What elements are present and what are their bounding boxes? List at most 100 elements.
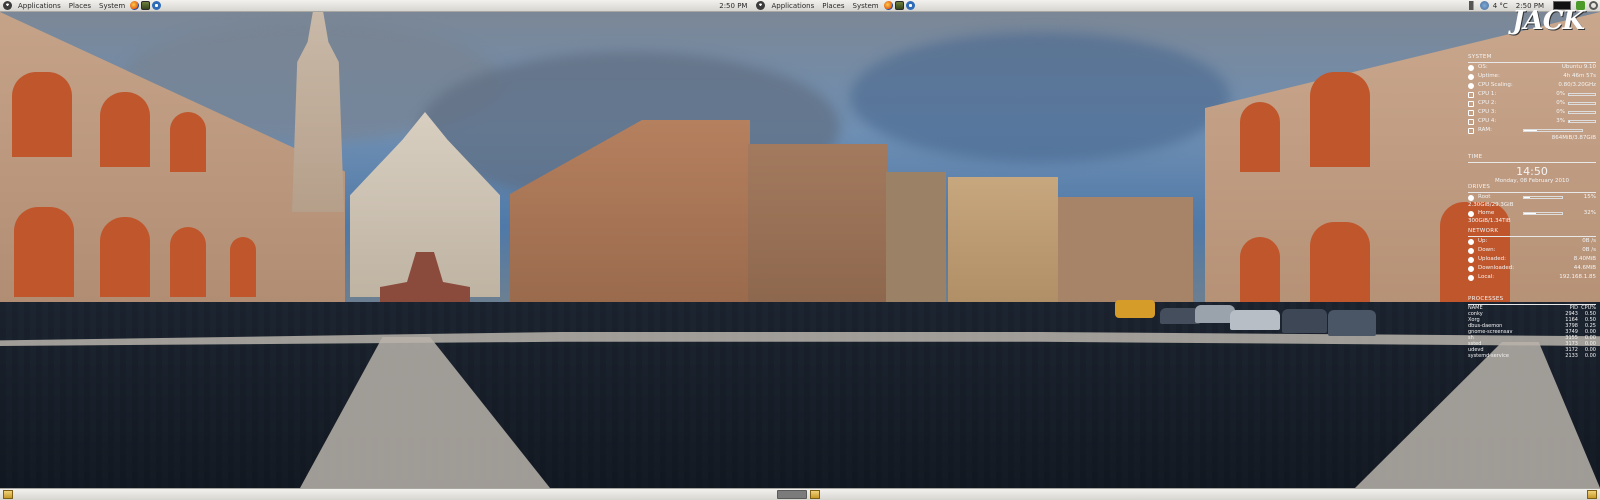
parked-car bbox=[1230, 310, 1280, 330]
firefox-launcher-icon[interactable] bbox=[130, 1, 140, 10]
bar-fill bbox=[1569, 121, 1570, 122]
cpu-bar bbox=[1568, 102, 1596, 105]
net-downloaded-row: Downloaded: 44.6MiB bbox=[1468, 264, 1596, 273]
weather-icon[interactable] bbox=[1479, 1, 1489, 10]
cpu1-row: CPU 1: 0% bbox=[1468, 90, 1596, 99]
bottom-panel bbox=[0, 488, 1600, 500]
cpu-bar bbox=[1568, 120, 1596, 123]
net-down-row: Down: 0B /s bbox=[1468, 246, 1596, 255]
row-value: 4h 46m 57s bbox=[1563, 73, 1596, 79]
drive-bar bbox=[1523, 196, 1563, 199]
network-section: NETWORK Up: 0B /s Down: 0B /s Uploaded: … bbox=[1468, 228, 1596, 282]
row-label: CPU 4: bbox=[1478, 118, 1497, 124]
section-header: NETWORK bbox=[1468, 228, 1596, 237]
bar-fill bbox=[1524, 130, 1537, 131]
sky-cloud bbox=[850, 32, 1230, 162]
home-drive-detail-row: 300GiB/1.34TiB bbox=[1468, 218, 1596, 225]
drive-detail: 300GiB/1.34TiB bbox=[1468, 218, 1511, 224]
system-monitor-launcher-icon[interactable] bbox=[141, 1, 151, 10]
process-row: systemd-service 2133 0.00 bbox=[1468, 353, 1596, 359]
row-value: 0B /s bbox=[1582, 247, 1596, 253]
bar-fill bbox=[1524, 197, 1530, 198]
conky-clock: 14:50 bbox=[1516, 165, 1548, 178]
system-section: SYSTEM OS: Ubuntu 9.10 Uptime: 4h 46m 57… bbox=[1468, 54, 1596, 142]
upload-icon bbox=[1468, 238, 1474, 245]
gnome-foot-icon[interactable] bbox=[756, 1, 766, 10]
show-desktop-icon[interactable] bbox=[1587, 490, 1597, 499]
parked-car bbox=[1282, 309, 1327, 333]
cpu4-row: CPU 4: 3% bbox=[1468, 117, 1596, 126]
root-drive-icon bbox=[1468, 194, 1474, 201]
os-row: OS: Ubuntu 9.10 bbox=[1468, 63, 1596, 72]
drives-section: DRIVES Root 15% 2.30GiB/29.3GiB Home 32%… bbox=[1468, 184, 1596, 225]
parked-car bbox=[1195, 305, 1235, 323]
row-value: 0% bbox=[1556, 109, 1565, 115]
help-launcher-icon[interactable] bbox=[152, 1, 162, 10]
section-header: DRIVES bbox=[1468, 184, 1596, 193]
row-value: 0.80/3.20GHz bbox=[1558, 82, 1596, 88]
home-drive-row: Home 32% bbox=[1468, 209, 1596, 218]
help-launcher-icon[interactable] bbox=[905, 1, 915, 10]
menu-system[interactable]: System bbox=[95, 0, 129, 12]
row-label: Uptime: bbox=[1478, 73, 1500, 79]
row-label: Up: bbox=[1478, 238, 1488, 244]
palazzo-building bbox=[886, 172, 946, 306]
ubuntu-icon bbox=[1468, 64, 1474, 71]
menu-places-mirror[interactable]: Places bbox=[818, 0, 848, 12]
show-desktop-icon[interactable] bbox=[810, 490, 820, 499]
process-name: systemd-service bbox=[1468, 353, 1509, 359]
ram-row: RAM: bbox=[1468, 126, 1596, 135]
clock-icon bbox=[1468, 73, 1474, 80]
show-desktop-icon[interactable] bbox=[3, 490, 13, 499]
system-monitor-launcher-icon[interactable] bbox=[894, 1, 904, 10]
arch bbox=[170, 227, 206, 297]
cpu-icon bbox=[1468, 91, 1474, 98]
row-value: 0% bbox=[1556, 100, 1565, 106]
menu-places[interactable]: Places bbox=[65, 0, 95, 12]
volume-icon[interactable] bbox=[1468, 1, 1476, 10]
row-label: CPU Scaling: bbox=[1478, 82, 1513, 88]
row-value: 15% bbox=[1583, 194, 1596, 200]
cpu-bar bbox=[1568, 93, 1596, 96]
conky-logo: JACK bbox=[1512, 6, 1585, 36]
arch bbox=[100, 217, 150, 297]
firefox-launcher-icon[interactable] bbox=[883, 1, 893, 10]
panel-clock[interactable]: 2:50 PM bbox=[713, 2, 753, 10]
row-label: RAM: bbox=[1478, 127, 1492, 133]
menu-applications[interactable]: Applications bbox=[14, 0, 65, 12]
power-icon[interactable] bbox=[1589, 1, 1599, 10]
menu-system-mirror[interactable]: System bbox=[849, 0, 883, 12]
net-up-row: Up: 0B /s bbox=[1468, 237, 1596, 246]
cpu-scaling-icon bbox=[1468, 82, 1474, 89]
section-header: SYSTEM bbox=[1468, 54, 1596, 63]
taskbar-window-button[interactable] bbox=[777, 490, 807, 499]
row-label: OS: bbox=[1478, 64, 1488, 70]
row-label: Down: bbox=[1478, 247, 1496, 253]
gnome-foot-icon[interactable] bbox=[3, 1, 12, 10]
row-label: Home bbox=[1478, 210, 1495, 216]
time-section: TIME 14:50 Monday, 08 February 2010 bbox=[1468, 154, 1596, 185]
root-drive-detail-row: 2.30GiB/29.3GiB bbox=[1468, 202, 1596, 209]
uptime-row: Uptime: 4h 46m 57s bbox=[1468, 72, 1596, 81]
cpu2-row: CPU 2: 0% bbox=[1468, 99, 1596, 108]
conky-system-monitor: JACK SYSTEM OS: Ubuntu 9.10 Uptime: 4h 4… bbox=[1464, 6, 1598, 364]
parked-van bbox=[1115, 300, 1155, 318]
row-value: 32% bbox=[1583, 210, 1596, 216]
palazzo-building bbox=[1058, 197, 1193, 302]
row-value: 44.6MiB bbox=[1573, 265, 1596, 271]
arch bbox=[1240, 237, 1280, 307]
weather-temperature[interactable]: 4 °C bbox=[1491, 2, 1510, 10]
cpu-bar bbox=[1568, 111, 1596, 114]
palazzo-building bbox=[748, 144, 888, 306]
arch bbox=[170, 112, 206, 172]
row-value: 0B /s bbox=[1582, 238, 1596, 244]
drive-bar bbox=[1523, 212, 1563, 215]
drive-detail: 2.30GiB/29.3GiB bbox=[1468, 202, 1514, 208]
row-value: Ubuntu 9.10 bbox=[1561, 64, 1596, 70]
row-value: 0% bbox=[1556, 91, 1565, 97]
menu-applications-mirror[interactable]: Applications bbox=[767, 0, 818, 12]
arch bbox=[230, 237, 256, 297]
download-icon bbox=[1468, 247, 1474, 254]
home-drive-icon bbox=[1468, 210, 1474, 217]
bar-fill bbox=[1524, 213, 1537, 214]
